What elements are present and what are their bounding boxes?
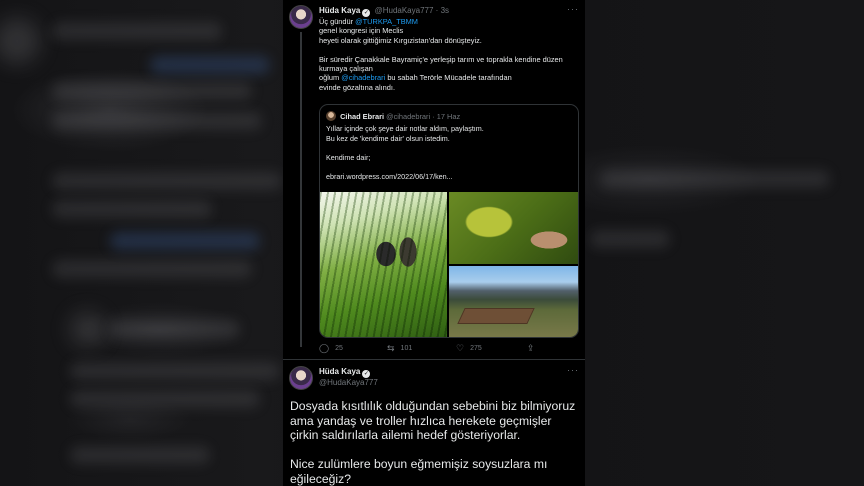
blurred-text <box>600 170 830 188</box>
quote-header: Cihad Ebrari @cihadebrari · 17 Haz <box>326 111 460 121</box>
photo-child-in-grass[interactable] <box>320 192 447 337</box>
text-line: heyeti olarak gittiğimiz Kırgızistan'dan… <box>319 35 482 45</box>
tweet-header: Hüda Kaya ✓ <box>319 367 372 378</box>
reply-action[interactable]: ◯ 25 <box>319 343 343 354</box>
text-segment: bu sabah Terörle Mücadele tarafından <box>385 73 512 83</box>
text-line: Yıllar içinde çok şeye dair notlar aldım… <box>326 124 484 133</box>
quote-author-name[interactable]: Cihad Ebrari <box>340 112 384 121</box>
wooden-deck <box>457 308 535 324</box>
separator-dot: · <box>432 112 435 121</box>
retweet-icon: ⇆ <box>387 343 395 353</box>
share-action[interactable]: ⇪ <box>527 343 541 354</box>
text-line: çirkin saldırılarla ailemi hedef gösteri… <box>290 428 521 443</box>
author-name[interactable]: Hüda Kaya <box>319 6 360 15</box>
share-icon: ⇪ <box>527 343 535 353</box>
author-handle[interactable]: @HudaKaya777 <box>375 6 434 15</box>
verified-badge-icon: ✓ <box>362 370 371 378</box>
text-line: Bu kez de 'kendime dair' olsun istedim. <box>326 133 450 143</box>
text-line: eğileceğiz? <box>290 471 351 486</box>
blurred-text <box>52 112 262 130</box>
verified-badge-icon: ✓ <box>362 9 371 17</box>
mention-link[interactable]: @TURKPA_TBMM <box>355 17 418 26</box>
author-handle-row: @HudaKaya777 <box>319 378 378 387</box>
heart-icon: ♡ <box>456 343 465 353</box>
tweet-text: Dosyada kısıtlılık olduğundan sebebini b… <box>290 399 582 486</box>
blurred-text <box>110 320 240 338</box>
more-options-icon[interactable]: ··· <box>567 365 579 375</box>
text-line: genel kongresi için Meclis <box>319 26 404 36</box>
blurred-text <box>70 362 280 380</box>
tweet-column: Hüda Kaya ✓ @HudaKaya777 · 3s ··· Üç günd… <box>283 0 585 486</box>
text-line: ama yandaş ve troller hızlıca herekete g… <box>290 413 552 428</box>
blurred-text <box>70 446 210 464</box>
text-line: kurmaya çalışan <box>319 64 373 74</box>
text-segment: oğlum <box>319 73 342 83</box>
tweet-header: Hüda Kaya ✓ @HudaKaya777 · 3s <box>319 6 449 17</box>
blurred-text <box>70 390 260 408</box>
author-name[interactable]: Hüda Kaya <box>319 367 360 376</box>
retweet-action[interactable]: ⇆ 101 <box>387 343 412 354</box>
like-action[interactable]: ♡ 275 <box>456 343 482 354</box>
more-options-icon[interactable]: ··· <box>567 4 579 14</box>
text-line: Dosyada kısıtlılık olduğundan sebebini b… <box>290 399 576 413</box>
quote-author-handle[interactable]: @cihadebrari <box>386 112 430 121</box>
quote-text: Yıllar içinde çok şeye dair notlar aldım… <box>326 124 576 182</box>
text-segment: Üç gündür <box>319 17 356 26</box>
blurred-avatar-quote <box>70 312 104 346</box>
blurred-text <box>52 260 252 278</box>
tweet-text: Üç gündür @TURKPA_TBMM genel kongresi iç… <box>319 17 581 92</box>
blurred-text <box>52 22 222 40</box>
tweet-card[interactable]: Hüda Kaya ✓ @HudaKaya777 · 3s ··· Üç günd… <box>283 0 585 360</box>
author-handle[interactable]: @HudaKaya777 <box>319 378 378 387</box>
reply-count: 25 <box>335 345 343 352</box>
mention-link[interactable]: @cihadebrari <box>341 73 385 82</box>
blurred-link <box>150 56 270 74</box>
blurred-avatar-left <box>0 18 40 64</box>
photo-landscape-deck[interactable] <box>449 266 578 337</box>
quote-date: 17 Haz <box>436 112 461 121</box>
avatar[interactable] <box>289 5 313 29</box>
thread-line <box>300 32 302 347</box>
text-line: Nice zulümlere boyun eğmemişiz soysuzlar… <box>290 457 548 472</box>
retweet-count: 101 <box>400 345 413 352</box>
tweet-card[interactable]: Hüda Kaya ✓ @HudaKaya777 ··· Dosyada kısı… <box>283 360 585 486</box>
like-count: 275 <box>470 345 482 352</box>
blurred-text <box>590 230 670 248</box>
photo-hand-plant[interactable] <box>449 192 578 264</box>
reply-icon: ◯ <box>319 343 330 353</box>
separator-dot: · <box>435 6 439 15</box>
blurred-text <box>52 200 212 218</box>
quoted-tweet[interactable]: Cihad Ebrari @cihadebrari · 17 Haz Yılla… <box>319 104 579 338</box>
avatar[interactable] <box>289 366 313 390</box>
text-line: Kendime dair; <box>326 152 371 162</box>
text-line: Bir süredir Çanakkale Bayramiç'e yerleşi… <box>319 54 563 64</box>
blurred-link <box>110 232 260 250</box>
quote-media-grid <box>320 192 578 337</box>
tweet-time[interactable]: 3s <box>441 6 449 15</box>
blurred-text <box>52 172 282 190</box>
blurred-text <box>52 82 252 100</box>
url-text[interactable]: ebrari.wordpress.com/2022/06/17/ken... <box>326 172 576 182</box>
quote-avatar[interactable] <box>326 111 336 121</box>
text-line: evinde gözaltına alındı. <box>319 82 396 92</box>
